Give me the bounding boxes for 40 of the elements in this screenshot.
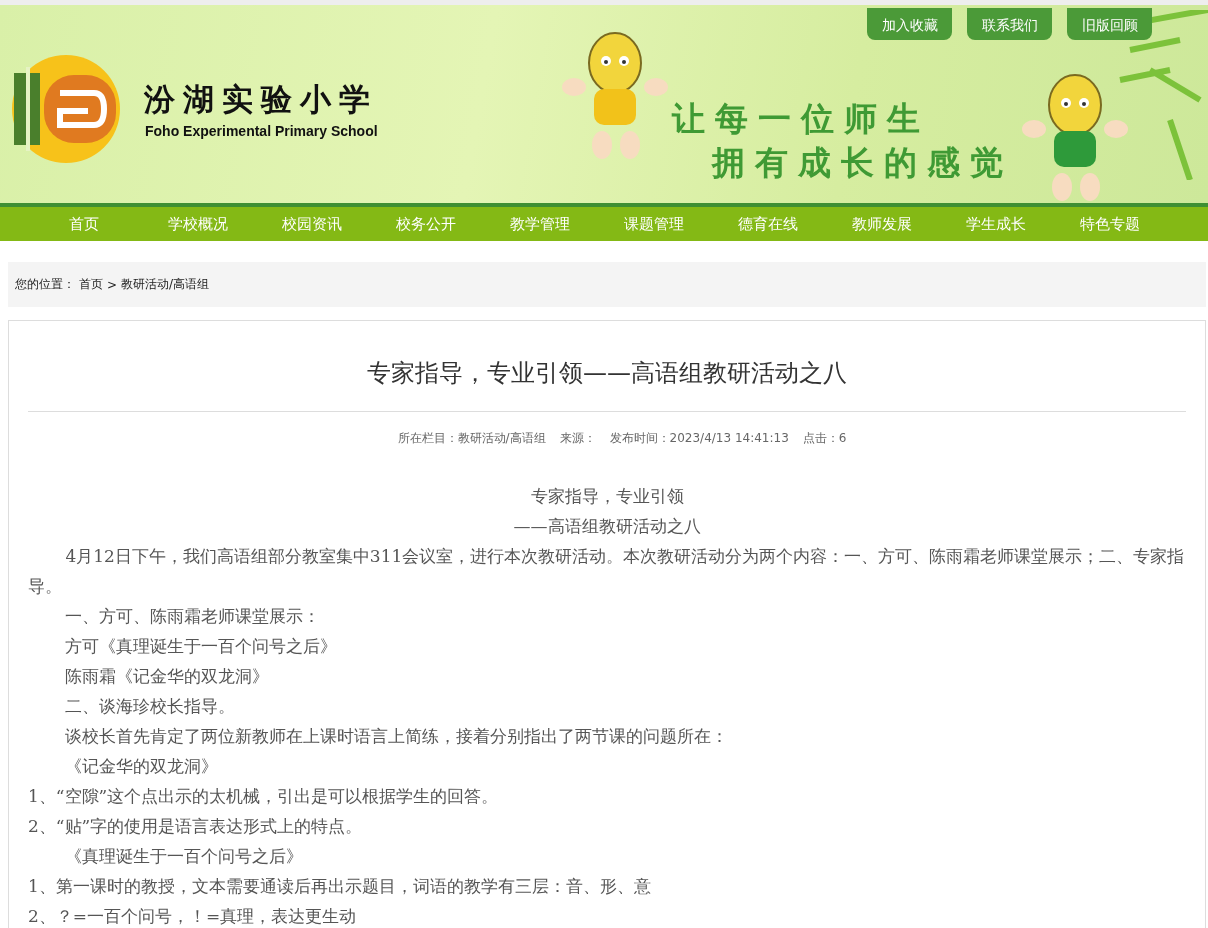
header-link[interactable]: 旧版回顾 <box>1067 8 1152 40</box>
article-meta: 所在栏目：教研活动/高语组 <box>397 430 546 447</box>
article-paragraph: 2、“贴”字的使用是语言表达形式上的特点。 <box>28 815 364 838</box>
school-name: 汾湖实验小学 <box>144 80 378 119</box>
article-paragraph: 2、？=一百个问号，！=真理，表达更生动 <box>28 905 358 928</box>
nav-item[interactable]: 德育在线 <box>711 207 825 241</box>
article-meta: 发布时间：2023/4/13 14:41:13 <box>609 430 789 447</box>
article-paragraph: 1、“空隙”这个点出示的太机械，引出是可以根据学生的回答。 <box>28 785 500 808</box>
nav-item[interactable]: 校务公开 <box>369 207 483 241</box>
nav-item[interactable]: 教师发展 <box>825 207 939 241</box>
article-paragraph: 二、谈海珍校长指导。 <box>64 695 237 718</box>
breadcrumb-separator: > <box>107 277 118 292</box>
school-name-english: Foho Experimental Primary School <box>145 123 378 139</box>
article-paragraph: 《记金华的双龙洞》 <box>64 755 220 778</box>
nav-item[interactable]: 教学管理 <box>483 207 597 241</box>
nav-item[interactable]: 校园资讯 <box>255 207 369 241</box>
article-paragraph: 一、方可、陈雨霜老师课堂展示： <box>64 605 322 628</box>
article-paragraph: 4月12日下午，我们高语组部分教室集中311会议室，进行本次教研活动。本次教研活动分为两个内容：一、方可、陈雨霜老师课堂展示；二、专家指导。 <box>28 545 1186 598</box>
nav-item[interactable]: 特色专题 <box>1053 207 1167 241</box>
header-link[interactable]: 加入收藏 <box>867 8 952 40</box>
nav-item[interactable]: 首页 <box>27 207 141 241</box>
article-paragraph: 1、第一课时的教授，文本需要通读后再出示题目，词语的教学有三层：音、形、意 <box>28 875 652 898</box>
article-paragraph: 陈雨霜《记金华的双龙洞》 <box>64 665 271 688</box>
nav-item[interactable]: 学生成长 <box>939 207 1053 241</box>
article-meta: 来源： <box>559 430 596 447</box>
article-title: 专家指导，专业引领——高语组教研活动之八 <box>366 358 848 389</box>
header-link[interactable]: 联系我们 <box>967 8 1052 40</box>
breadcrumb-label: 您的位置： <box>15 276 75 293</box>
breadcrumb-link[interactable]: 首页 <box>79 276 103 293</box>
nav-item[interactable]: 课题管理 <box>597 207 711 241</box>
article-paragraph: 谈校长首先肯定了两位新教师在上课时语言上简练，接着分别指出了两节课的问题所在： <box>64 725 730 748</box>
breadcrumb-link[interactable]: 教研活动/高语组 <box>121 276 210 293</box>
article-paragraph: 《真理诞生于一百个问号之后》 <box>64 845 305 868</box>
article-paragraph: 方可《真理诞生于一百个问号之后》 <box>64 635 339 658</box>
nav-item[interactable]: 学校概况 <box>141 207 255 241</box>
slogan: 拥有成长的感觉 <box>712 142 1013 184</box>
article-paragraph: 专家指导，专业引领 <box>529 485 685 508</box>
slogan: 让每一位师生 <box>672 98 930 140</box>
article-meta: 点击：6 <box>802 430 847 447</box>
article-paragraph: ——高语组教研活动之八 <box>512 515 702 538</box>
